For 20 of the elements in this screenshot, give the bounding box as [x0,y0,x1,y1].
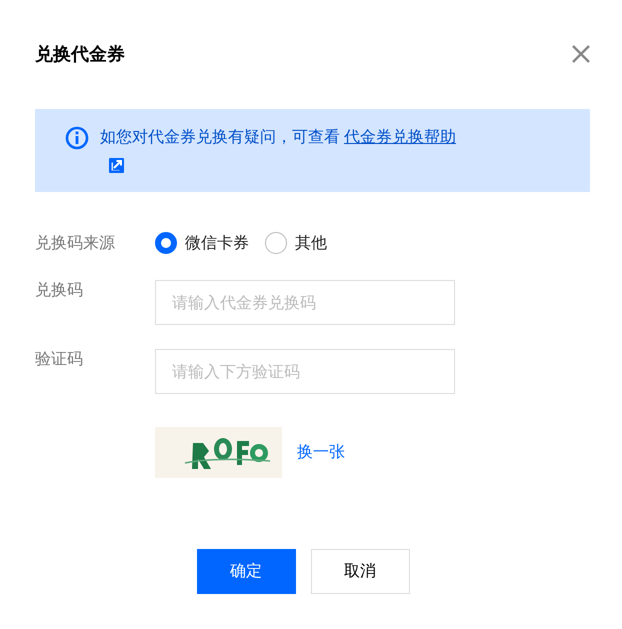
external-link-icon[interactable] [109,158,124,174]
radio-label: 微信卡券 [185,232,249,254]
confirm-button[interactable]: 确定 [196,549,296,594]
input-field[interactable]: 请输入代金券兑换码 [155,280,455,325]
close-icon[interactable] [571,44,591,64]
radio-label: 其他 [295,232,327,254]
notice-text: 如您对代金券兑换有疑问，可查看 [100,127,340,146]
radio-option[interactable]: 微信卡券 [155,232,249,254]
radio-option[interactable]: 其他 [265,232,327,254]
radio-button[interactable] [155,232,177,254]
cancel-button[interactable]: 取消 [310,549,410,594]
help-link[interactable]: 代金券兑换帮助 [344,127,456,146]
dialog-title: 兑换代金券 [35,43,125,66]
radio-button[interactable] [265,232,287,254]
input-field[interactable]: 请输入下方验证码 [155,349,455,394]
refresh-link[interactable]: 换一张 [297,442,345,463]
field-label: 验证码 [35,349,84,370]
field-label: 兑换码来源 [35,232,116,254]
field-label: 兑换码 [35,280,84,301]
info-icon [65,126,89,150]
